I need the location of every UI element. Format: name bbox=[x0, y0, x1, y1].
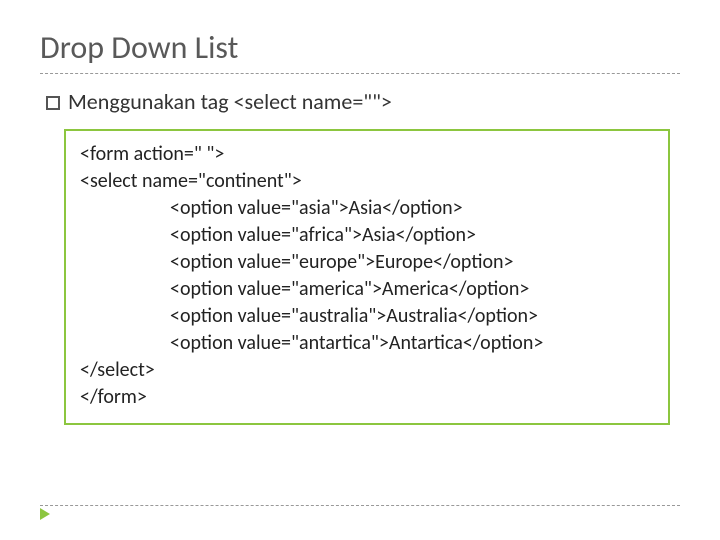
square-bullet-icon bbox=[46, 96, 60, 110]
triangle-icon bbox=[40, 508, 50, 520]
subtitle-prefix: Menggunakan tag bbox=[68, 88, 234, 115]
slide-title: Drop Down List bbox=[40, 28, 680, 67]
subtitle-tag: <select name=""> bbox=[234, 88, 392, 115]
code-line: </form> bbox=[80, 384, 654, 411]
code-line: <option value="europe">Europe</option> bbox=[80, 249, 654, 276]
divider-bottom bbox=[40, 505, 680, 506]
code-line: <option value="africa">Asia</option> bbox=[80, 222, 654, 249]
code-box: <form action=" "> <select name="continen… bbox=[64, 129, 670, 425]
divider-top bbox=[40, 73, 680, 74]
subtitle-line: Menggunakan tag <select name=""> bbox=[46, 88, 680, 115]
slide: Drop Down List Menggunakan tag <select n… bbox=[0, 0, 720, 540]
code-line: <form action=" "> bbox=[80, 141, 654, 168]
code-line: <option value="australia">Australia</opt… bbox=[80, 303, 654, 330]
code-line: </select> bbox=[80, 357, 654, 384]
code-line: <select name="continent"> bbox=[80, 168, 654, 195]
code-line: <option value="asia">Asia</option> bbox=[80, 195, 654, 222]
code-line: <option value="antartica">Antartica</opt… bbox=[80, 330, 654, 357]
code-line: <option value="america">America</option> bbox=[80, 276, 654, 303]
